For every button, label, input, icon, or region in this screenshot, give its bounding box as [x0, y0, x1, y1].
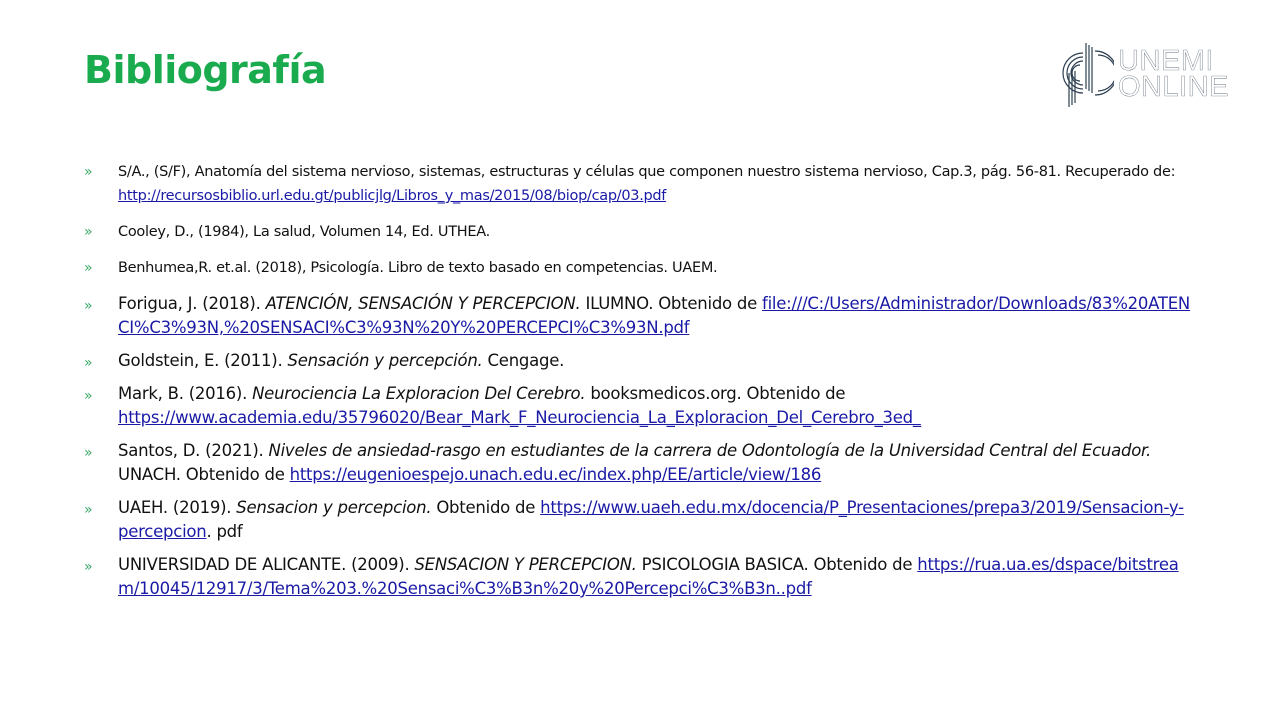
- bullet-icon: »: [84, 502, 93, 518]
- slide-title: Bibliografía: [84, 48, 327, 92]
- bullet-icon: »: [84, 164, 93, 180]
- reference-text: Goldstein, E. (2011).: [118, 351, 288, 370]
- logo-text: UNEMI ONLINE: [1118, 46, 1229, 103]
- reference-publisher: booksmedicos.org. Obtenido de: [585, 384, 846, 403]
- reference-publisher: PSICOLOGIA BASICA. Obtenido de: [636, 555, 918, 574]
- bullet-icon: »: [84, 559, 93, 575]
- reference-text: Mark, B. (2016).: [118, 384, 253, 403]
- reference-title: ATENCIÓN, SENSACIÓN Y PERCEPCION.: [265, 294, 581, 313]
- reference-list: » S/A., (S/F), Anatomía del sistema nerv…: [84, 160, 1194, 610]
- bullet-icon: »: [84, 224, 93, 240]
- reference-item: » Forigua, J. (2018). ATENCIÓN, SENSACIÓ…: [84, 292, 1194, 340]
- reference-item: » UNIVERSIDAD DE ALICANTE. (2009). SENSA…: [84, 553, 1194, 601]
- bullet-icon: »: [84, 355, 93, 371]
- bullet-icon: »: [84, 298, 93, 314]
- reference-item: » Benhumea,R. et.al. (2018), Psicología.…: [84, 256, 1194, 280]
- reference-text: Cooley, D., (1984), La salud, Volumen 14…: [118, 224, 490, 240]
- reference-suffix: . pdf: [206, 522, 243, 541]
- reference-link[interactable]: https://www.academia.edu/35796020/Bear_M…: [118, 408, 921, 427]
- reference-publisher: Cengage.: [482, 351, 565, 370]
- reference-publisher: Obtenido de: [431, 498, 541, 517]
- reference-title: SENSACION Y PERCEPCION.: [414, 555, 637, 574]
- reference-item: » UAEH. (2019). Sensacion y percepcion. …: [84, 496, 1194, 544]
- reference-text: Forigua, J. (2018).: [118, 294, 266, 313]
- reference-item: » S/A., (S/F), Anatomía del sistema nerv…: [84, 160, 1194, 208]
- reference-text: Santos, D. (2021).: [118, 441, 269, 460]
- reference-title: Niveles de ansiedad-rasgo en estudiantes…: [268, 441, 1152, 460]
- reference-text: Benhumea,R. et.al. (2018), Psicología. L…: [118, 260, 718, 276]
- reference-item: » Santos, D. (2021). Niveles de ansiedad…: [84, 439, 1194, 487]
- reference-text: UNIVERSIDAD DE ALICANTE. (2009).: [118, 555, 415, 574]
- bullet-icon: »: [84, 260, 93, 276]
- reference-text: S/A., (S/F), Anatomía del sistema nervio…: [118, 164, 1176, 180]
- bullet-icon: »: [84, 388, 93, 404]
- reference-text: UAEH. (2019).: [118, 498, 237, 517]
- unemi-logo-mark-icon: [1062, 43, 1114, 107]
- reference-title: Sensación y percepción.: [287, 351, 483, 370]
- reference-link[interactable]: http://recursosbiblio.url.edu.gt/publicj…: [118, 188, 666, 204]
- logo-line-online: ONLINE: [1118, 71, 1229, 103]
- reference-link[interactable]: https://eugenioespejo.unach.edu.ec/index…: [290, 465, 822, 484]
- reference-title: Sensacion y percepcion.: [236, 498, 432, 517]
- reference-title: Neurociencia La Exploracion Del Cerebro.: [252, 384, 586, 403]
- reference-publisher: ILUMNO. Obtenido de: [580, 294, 763, 313]
- reference-item: » Cooley, D., (1984), La salud, Volumen …: [84, 220, 1194, 244]
- reference-item: » Goldstein, E. (2011). Sensación y perc…: [84, 349, 1194, 373]
- unemi-online-logo: UNEMI ONLINE: [1052, 38, 1252, 110]
- bullet-icon: »: [84, 445, 93, 461]
- reference-publisher: UNACH. Obtenido de: [118, 465, 290, 484]
- reference-item: » Mark, B. (2016). Neurociencia La Explo…: [84, 382, 1194, 430]
